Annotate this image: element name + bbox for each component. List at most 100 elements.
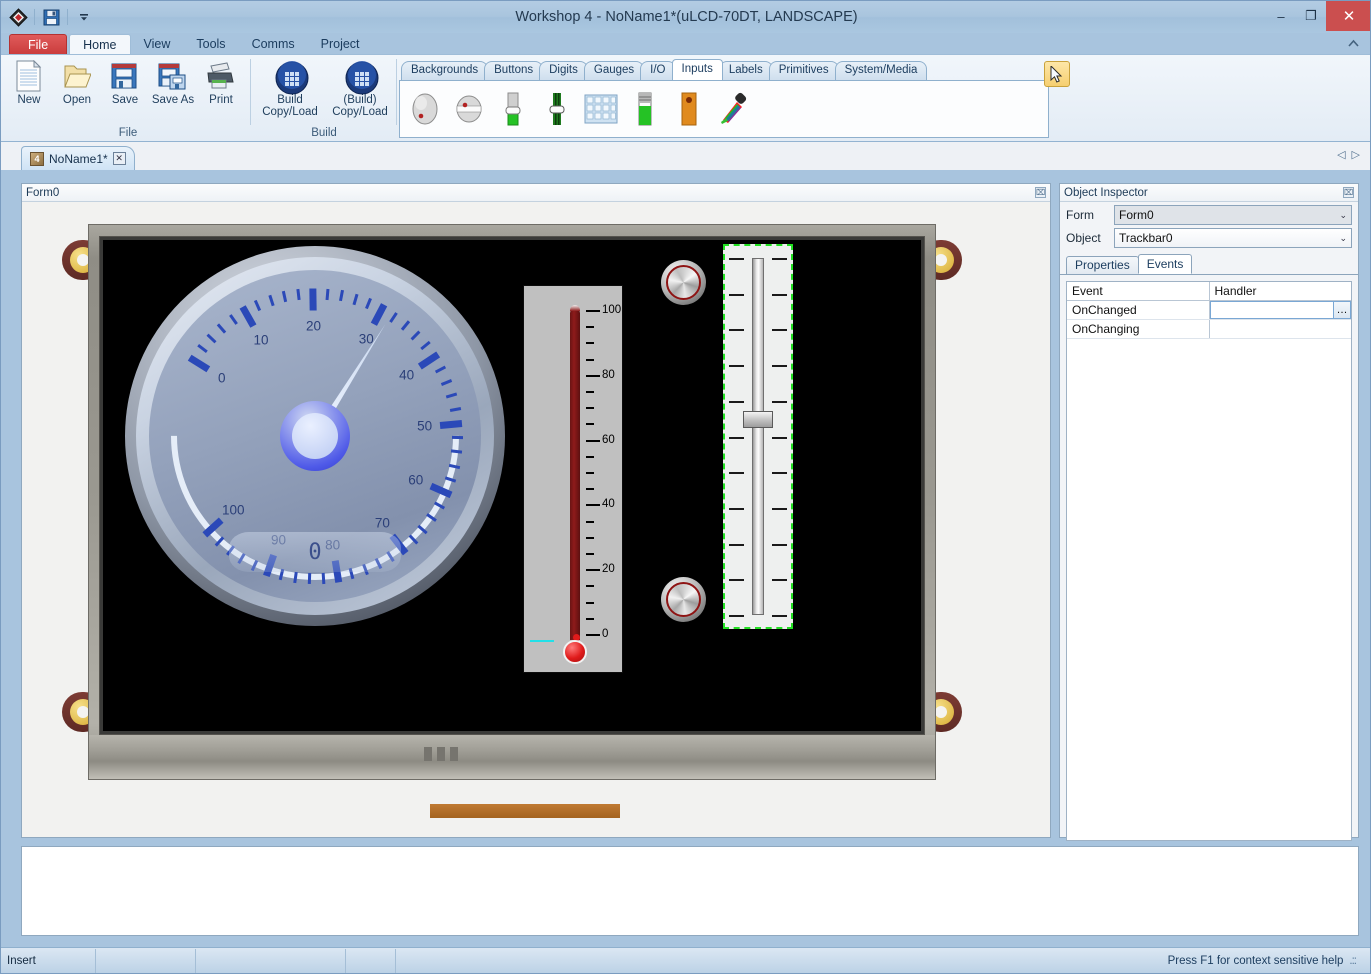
palette-tab-backgrounds[interactable]: Backgrounds [401, 61, 488, 80]
window-controls: – ❐ ✕ [1266, 1, 1371, 31]
save-button[interactable]: Save [101, 58, 149, 108]
trackbar-tick [772, 329, 787, 331]
trackbar-tick [772, 579, 787, 581]
palette-tab-gauges[interactable]: Gauges [584, 61, 644, 80]
led-digits-widget-icon[interactable] [672, 88, 706, 130]
form-combobox[interactable]: Form0 ⌄ [1114, 205, 1352, 225]
inspector-close-icon[interactable]: ⌧ [1343, 187, 1354, 198]
event-handler-cell[interactable]: … [1209, 301, 1351, 320]
trackbar-tick [772, 472, 787, 474]
thermometer-value-marker [530, 640, 554, 642]
table-row[interactable]: OnChanging [1067, 320, 1351, 339]
ribbon-tab-project[interactable]: Project [308, 34, 373, 55]
object-inspector-title: Object Inspector [1064, 187, 1148, 199]
new-button[interactable]: New [5, 58, 53, 108]
close-icon[interactable]: ✕ [113, 152, 126, 165]
save-as-button[interactable]: Save As [149, 58, 197, 108]
form-designer-panel: Form0 ⌧ [21, 183, 1051, 838]
trackbar-tick [729, 401, 744, 403]
ribbon-tab-file[interactable]: File [9, 34, 67, 55]
nav-next-icon[interactable]: ▷ [1352, 148, 1360, 161]
print-button[interactable]: Print [197, 58, 245, 108]
minimize-button[interactable]: – [1266, 1, 1296, 31]
palette-tab-io[interactable]: I/O [640, 61, 675, 80]
color-picker-widget-icon[interactable] [716, 88, 750, 130]
column-header-event: Event [1067, 282, 1209, 301]
thermometer-widget[interactable]: 020406080100 [523, 285, 623, 673]
handler-browse-button[interactable]: … [1333, 302, 1350, 318]
output-pane[interactable] [21, 846, 1359, 936]
save-floppy-icon[interactable] [40, 6, 62, 28]
resize-grip-icon[interactable]: .:: [1349, 955, 1356, 967]
main-area: Form0 ⌧ [1, 170, 1371, 946]
status-cell-3 [196, 949, 346, 973]
build-paren-chip-icon [344, 60, 376, 92]
close-button[interactable]: ✕ [1326, 1, 1371, 31]
keyboard-widget-icon[interactable] [584, 88, 618, 130]
tab-properties[interactable]: Properties [1066, 256, 1139, 274]
thermometer-minor-tick [586, 553, 594, 555]
design-canvas[interactable]: 0102030405060708090100 0 [22, 202, 1050, 837]
ribbon-tab-view[interactable]: View [131, 34, 184, 55]
palette-tab-inputs[interactable]: Inputs [672, 59, 723, 80]
knob-widget-icon[interactable] [408, 88, 442, 130]
palette-tab-primitives[interactable]: Primitives [769, 61, 839, 80]
trackbar-tick [729, 615, 744, 617]
event-handler-cell[interactable] [1209, 320, 1351, 339]
palette-tab-system-media[interactable]: System/Media [835, 61, 928, 80]
handler-input[interactable]: … [1210, 301, 1352, 319]
ribbon-group-build-label: Build [251, 127, 397, 139]
trackbar-widget-icon[interactable] [540, 88, 574, 130]
object-selector-row: Object Trackbar0 ⌄ [1060, 225, 1358, 248]
print-button-label: Print [209, 94, 233, 106]
palette-tab-digits[interactable]: Digits [539, 61, 588, 80]
thermometer-minor-tick [586, 521, 594, 523]
event-name-cell: OnChanging [1067, 320, 1209, 339]
workshop-diamond-icon[interactable] [7, 6, 29, 28]
knob-widget-top[interactable] [661, 260, 706, 305]
trackbar-tick [729, 472, 744, 474]
gauge-tick-label: 20 [306, 319, 321, 334]
thermometer-tick-label: 60 [602, 434, 615, 446]
ribbon-tab-home[interactable]: Home [69, 34, 130, 55]
quick-access-toolbar [1, 1, 95, 33]
trackbar-thumb[interactable] [743, 411, 773, 428]
status-cell-5 [396, 949, 456, 973]
knob-widget-bottom[interactable] [661, 577, 706, 622]
slider-green-widget-icon[interactable] [628, 88, 662, 130]
designer-close-icon[interactable]: ⌧ [1035, 187, 1046, 198]
rotary-switch-widget-icon[interactable] [452, 88, 486, 130]
build-copy-load-button[interactable]: Build Copy/Load [257, 58, 323, 120]
thermometer-stem [570, 308, 580, 640]
maximize-button[interactable]: ❐ [1296, 1, 1326, 31]
events-table-body: OnChanged…OnChanging [1067, 301, 1351, 339]
trackbar-slot [752, 258, 764, 615]
chevron-down-icon[interactable] [73, 6, 95, 28]
thermometer-minor-tick [586, 618, 594, 620]
palette-items [399, 80, 1049, 138]
chevron-up-icon[interactable] [1344, 35, 1362, 51]
printer-icon [205, 60, 237, 92]
slider-widget-icon[interactable] [496, 88, 530, 130]
thermometer-minor-tick [586, 342, 594, 344]
new-document-icon [13, 60, 45, 92]
palette-tab-labels[interactable]: Labels [719, 61, 773, 80]
build-chip-icon [274, 60, 306, 92]
palette-tab-bar: Backgrounds Buttons Digits Gauges I/O In… [399, 60, 1049, 80]
document-tab-noname1[interactable]: 4 NoName1* ✕ [21, 146, 135, 170]
mouse-pointer-icon[interactable] [1044, 61, 1070, 87]
nav-prev-icon[interactable]: ◁ [1337, 148, 1345, 161]
tab-events[interactable]: Events [1138, 254, 1193, 274]
ribbon-tab-tools[interactable]: Tools [183, 34, 238, 55]
lcd-screen[interactable]: 0102030405060708090100 0 [103, 240, 921, 731]
thermometer-minor-tick [586, 359, 594, 361]
palette-tab-buttons[interactable]: Buttons [484, 61, 543, 80]
ribbon: New Open [1, 54, 1371, 142]
build-paren-copy-load-button[interactable]: (Build) Copy/Load [327, 58, 393, 120]
gauge-widget[interactable]: 0102030405060708090100 0 [125, 246, 505, 626]
ribbon-tab-comms[interactable]: Comms [239, 34, 308, 55]
open-button[interactable]: Open [53, 58, 101, 108]
trackbar-widget[interactable] [723, 244, 793, 629]
object-combobox[interactable]: Trackbar0 ⌄ [1114, 228, 1352, 248]
table-row[interactable]: OnChanged… [1067, 301, 1351, 320]
